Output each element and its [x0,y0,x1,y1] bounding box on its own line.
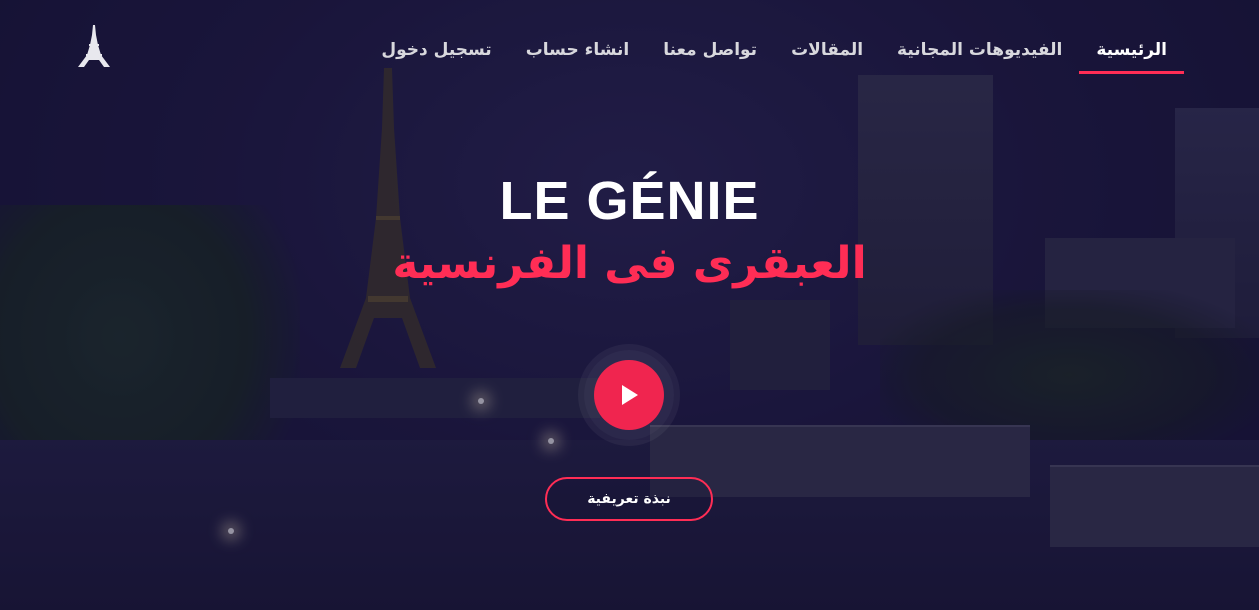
main-navigation: الرئيسية الفيديوهات المجانية المقالات تو… [364,40,1184,74]
hero-title: LE GÉNIE [499,171,760,231]
intro-button[interactable]: نبذة تعريفية [545,477,713,521]
nav-item-articles[interactable]: المقالات [774,40,880,74]
play-video-button[interactable] [594,360,664,430]
nav-item-contact[interactable]: تواصل معنا [646,40,774,74]
play-icon [622,385,638,405]
nav-item-register[interactable]: انشاء حساب [509,40,647,74]
eiffel-tower-icon[interactable] [77,25,111,67]
nav-item-free-videos[interactable]: الفيديوهات المجانية [880,40,1079,74]
nav-item-home[interactable]: الرئيسية [1079,40,1184,74]
hero-subtitle: العبقرى فى الفرنسية [392,238,867,289]
nav-item-login[interactable]: تسجيل دخول [364,40,508,74]
play-button-ring [584,350,674,440]
